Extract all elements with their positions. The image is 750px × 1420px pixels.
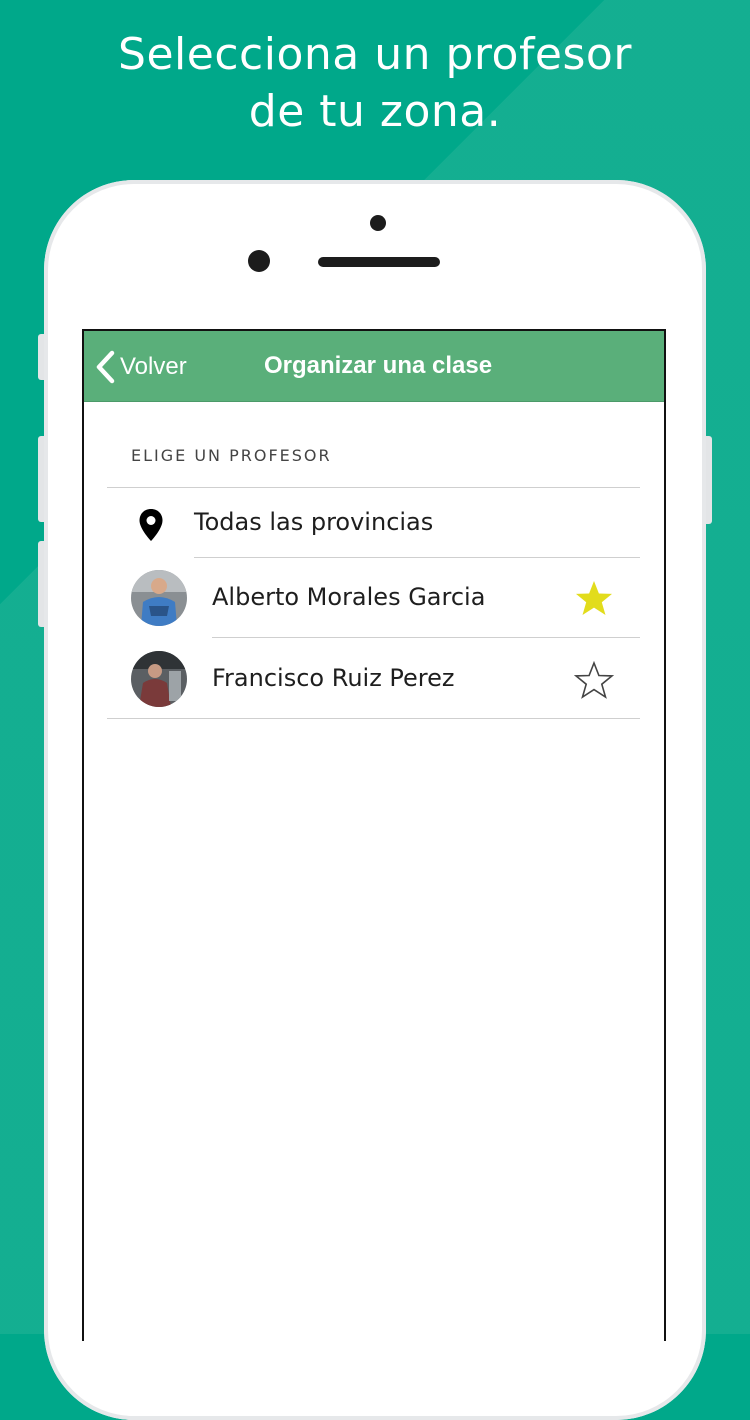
back-button[interactable]: Volver xyxy=(94,347,187,387)
back-button-label: Volver xyxy=(120,353,187,380)
location-filter-row[interactable]: Todas las provincias xyxy=(84,488,664,558)
phone-speaker xyxy=(318,257,440,267)
chevron-left-icon xyxy=(96,350,115,384)
app-screen: Organizar una clase Volver ELIGE UN PROF… xyxy=(82,329,666,1341)
star-outline-icon[interactable] xyxy=(574,661,614,701)
star-filled-icon[interactable] xyxy=(574,579,614,619)
promo-headline: Selecciona un profesor de tu zona. xyxy=(0,26,750,140)
teacher-name: Alberto Morales Garcia xyxy=(212,583,486,611)
navigation-bar: Organizar una clase Volver xyxy=(84,331,664,402)
phone-front-camera xyxy=(248,250,270,272)
headline-line-1: Selecciona un profesor xyxy=(118,29,632,80)
map-pin-icon xyxy=(139,509,163,541)
list-bottom-divider xyxy=(107,718,640,719)
teacher-row[interactable]: Francisco Ruiz Perez xyxy=(84,638,664,718)
phone-sensor xyxy=(370,215,386,231)
avatar xyxy=(131,570,187,626)
section-heading: ELIGE UN PROFESOR xyxy=(131,446,332,465)
teacher-row[interactable]: Alberto Morales Garcia xyxy=(84,558,664,638)
teacher-name: Francisco Ruiz Perez xyxy=(212,664,455,692)
avatar xyxy=(131,651,187,707)
location-filter-label: Todas las provincias xyxy=(194,508,434,536)
headline-line-2: de tu zona. xyxy=(248,86,502,137)
